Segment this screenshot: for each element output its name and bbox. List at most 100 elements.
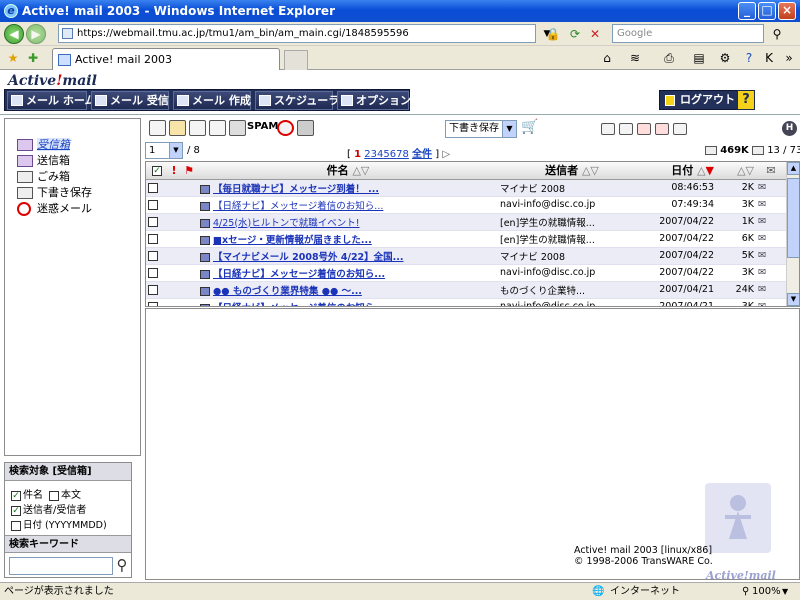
close-button[interactable]: ×: [778, 2, 796, 20]
select-all-cell[interactable]: ✓: [146, 162, 168, 180]
sort-asc-icon[interactable]: △: [697, 164, 705, 177]
row-subject-link[interactable]: ■xセージ・更新情報が届きました...: [213, 235, 372, 246]
folder-inbox[interactable]: 受信箱: [15, 137, 70, 153]
save-select[interactable]: 下書き保存 ▼: [445, 120, 517, 138]
more-icon[interactable]: »: [780, 49, 798, 67]
row-checkbox[interactable]: [148, 199, 158, 210]
table-row[interactable]: 【日経ナビ】メッセージ着信のお知ら... navi-info@disc.co.jp…: [146, 264, 786, 282]
flag-clear-icon[interactable]: [655, 123, 669, 135]
row-subject-link[interactable]: 【日経ナビ】メッセージ着信のお知ら...: [213, 201, 383, 212]
maximize-button[interactable]: □: [758, 2, 776, 20]
menu-mail-home[interactable]: メール ホーム: [7, 91, 96, 110]
stop-icon[interactable]: ✕: [586, 25, 604, 43]
zoom-level[interactable]: 100%: [752, 584, 781, 600]
cart-icon[interactable]: 🛒: [521, 120, 538, 136]
sort-desc-active-icon[interactable]: ▼: [706, 164, 714, 177]
row-flag-cell[interactable]: [180, 298, 198, 306]
row-checkbox[interactable]: [148, 233, 158, 244]
table-row[interactable]: 【毎日就職ナビ】メッセージ到着！ ... マイナビ 2008 08:46:53 2K ✉: [146, 179, 786, 197]
row-select-cell[interactable]: [146, 213, 168, 231]
row-flag-cell[interactable]: [180, 213, 198, 231]
row-select-cell[interactable]: [146, 179, 168, 197]
folder-sent[interactable]: 送信箱: [15, 153, 70, 169]
date-checkbox[interactable]: [11, 521, 21, 531]
scroll-down-icon[interactable]: ▼: [787, 293, 799, 306]
menu-mail-compose[interactable]: メール 作成: [173, 91, 251, 110]
sender-checkbox[interactable]: ✓: [11, 506, 21, 516]
table-row[interactable]: ●● ものづくり業界特集 ●● 〜... ものづくり企業特... 2007/04/2…: [146, 281, 786, 299]
folder-drafts[interactable]: 下書き保存: [15, 185, 92, 201]
row-checkbox[interactable]: [148, 284, 158, 295]
spam-button[interactable]: SPAM: [247, 121, 278, 132]
reply-icon[interactable]: [189, 120, 206, 136]
search-go-icon[interactable]: ⚲: [113, 556, 131, 576]
menu-mail-receive[interactable]: メール 受信: [91, 91, 169, 110]
scroll-thumb[interactable]: [787, 178, 799, 258]
row-flag-cell[interactable]: [180, 179, 198, 197]
receive-icon[interactable]: [149, 120, 166, 136]
research-icon[interactable]: K: [760, 49, 778, 67]
row-subject-link[interactable]: ●● ものづくり業界特集 ●● 〜...: [213, 286, 362, 297]
row-flag-cell[interactable]: [180, 230, 198, 248]
row-checkbox[interactable]: [148, 250, 158, 261]
add-favorite-icon[interactable]: ✚: [24, 49, 42, 67]
print-mail-icon[interactable]: [209, 120, 226, 136]
row-select-cell[interactable]: [146, 298, 168, 306]
folder-trash[interactable]: ごみ箱: [15, 169, 70, 185]
row-select-cell[interactable]: [146, 281, 168, 299]
table-row[interactable]: 【日経ナビ】メッセージ着信のお知ら... navi-info@disc.co.jp…: [146, 298, 786, 307]
tools-gear-icon[interactable]: ⚙: [716, 49, 734, 67]
list-scrollbar[interactable]: ▲ ▼: [786, 162, 799, 306]
row-subject-link[interactable]: 【日経ナビ】メッセージ着信のお知ら...: [213, 303, 385, 307]
flag-header-icon[interactable]: ⚑: [180, 162, 198, 180]
table-row[interactable]: ■xセージ・更新情報が届きました... [en]学生の就職情報... 2007/04…: [146, 230, 786, 248]
next-page-icon[interactable]: ▷: [442, 149, 450, 160]
new-tab-button[interactable]: [284, 50, 308, 70]
minimize-button[interactable]: _: [738, 2, 756, 20]
flag-icon[interactable]: [637, 123, 651, 135]
row-subject-link[interactable]: 【マイナビメール 2008号外 4/22】全国...: [213, 252, 404, 263]
tab-active-mail[interactable]: Active! mail 2003: [52, 48, 280, 70]
page-link-8[interactable]: 8: [403, 149, 409, 160]
mark-read-icon[interactable]: [601, 123, 615, 135]
search-icon[interactable]: ⚲: [768, 25, 786, 43]
sort-asc-icon[interactable]: △: [737, 164, 745, 177]
select-all-checkbox[interactable]: ✓: [152, 165, 162, 176]
row-flag-cell[interactable]: [180, 196, 198, 214]
table-row[interactable]: 【マイナビメール 2008号外 4/22】全国... マイナビ 2008 2007/…: [146, 247, 786, 265]
mark-unread-icon[interactable]: [619, 123, 633, 135]
row-flag-cell[interactable]: [180, 264, 198, 282]
row-subject-link[interactable]: 【毎日就職ナビ】メッセージ到着！ ...: [213, 184, 379, 195]
row-select-cell[interactable]: [146, 196, 168, 214]
row-flag-cell[interactable]: [180, 247, 198, 265]
help-icon[interactable]: ?: [740, 49, 758, 67]
table-row[interactable]: 【日経ナビ】メッセージ着信のお知ら... navi-info@disc.co.jp…: [146, 196, 786, 214]
row-flag-cell[interactable]: [180, 281, 198, 299]
window-title-bar[interactable]: e Active! mail 2003 - Windows Internet E…: [0, 0, 800, 22]
row-select-cell[interactable]: [146, 230, 168, 248]
page-menu-icon[interactable]: ▤: [690, 49, 708, 67]
zoom-dropdown-icon[interactable]: ▼: [782, 584, 788, 600]
sort-desc-icon[interactable]: ▽: [746, 164, 754, 177]
row-select-cell[interactable]: [146, 247, 168, 265]
zoom-icon[interactable]: ⚲: [742, 584, 749, 600]
all-pages-link[interactable]: 全件: [412, 149, 432, 160]
keyword-input[interactable]: [9, 557, 113, 575]
search-input[interactable]: Google: [612, 24, 764, 43]
sender-header[interactable]: 送信者 △▽: [498, 162, 646, 180]
sort-asc-icon[interactable]: △: [352, 164, 360, 177]
date-header[interactable]: 日付 △▼: [646, 162, 716, 180]
home-icon[interactable]: ⌂: [598, 49, 616, 67]
subject-checkbox[interactable]: ✓: [11, 491, 21, 501]
back-icon[interactable]: ◀: [4, 24, 24, 44]
row-subject-link[interactable]: 【日経ナビ】メッセージ着信のお知ら...: [213, 269, 385, 280]
app-help-button[interactable]: ?: [737, 90, 755, 110]
forward-icon[interactable]: ▶: [26, 24, 46, 44]
page-select[interactable]: 1 ▼: [145, 142, 183, 159]
move-folder-icon[interactable]: [169, 120, 186, 136]
lock-icon[interactable]: 🔒: [544, 25, 562, 43]
scroll-up-icon[interactable]: ▲: [787, 162, 799, 175]
subject-header[interactable]: 件名 △▽: [198, 162, 498, 180]
menu-options[interactable]: オプション: [337, 91, 411, 110]
url-input[interactable]: https://webmail.tmu.ac.jp/tmu1/am_bin/am…: [58, 24, 536, 43]
